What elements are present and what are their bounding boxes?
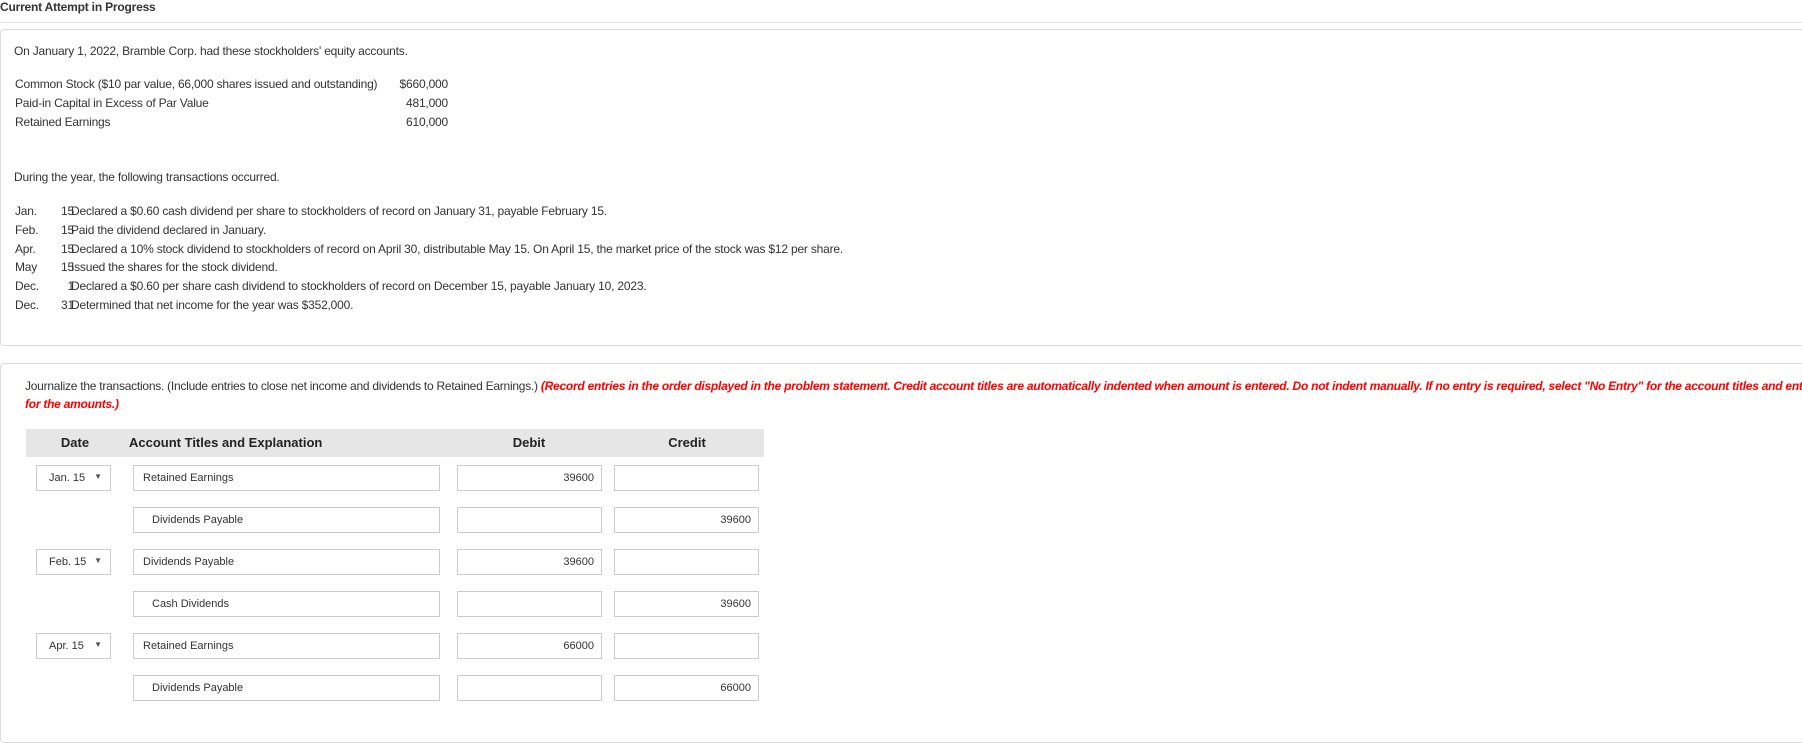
journal-row: Cash Dividends 39600 xyxy=(1,591,801,617)
account-title-input[interactable]: Retained Earnings xyxy=(133,633,440,659)
attempt-title: Current Attempt in Progress xyxy=(0,0,156,14)
transaction-description: Issued the shares for the stock dividend… xyxy=(71,260,278,275)
account-title-value: Dividends Payable xyxy=(143,556,235,568)
transaction-day: 15 xyxy=(61,241,74,256)
credit-input[interactable] xyxy=(614,549,759,575)
dropdown-caret-icon: ▼ xyxy=(94,472,102,481)
journal-row: Jan. 15 ▼ Retained Earnings 39600 xyxy=(1,465,801,491)
column-header-date: Date xyxy=(60,435,90,450)
transaction-description: Paid the dividend declared in January. xyxy=(71,222,266,237)
transaction-description: Determined that net income for the year … xyxy=(71,297,354,312)
date-value: Apr. 15 xyxy=(49,640,84,652)
column-header-credit: Credit xyxy=(668,435,706,450)
account-title-value: Retained Earnings xyxy=(143,640,234,652)
date-select[interactable]: Feb. 15 ▼ xyxy=(36,549,111,575)
transaction-month: May xyxy=(15,260,38,275)
date-value: Feb. 15 xyxy=(49,556,87,568)
divider xyxy=(0,22,1802,23)
equity-label: Common Stock ($10 par value, 66,000 shar… xyxy=(15,77,378,91)
journal-entry-panel: Journalize the transactions. (Include en… xyxy=(0,363,1802,743)
transaction-day: 1 xyxy=(67,279,75,294)
journal-row: Apr. 15 ▼ Retained Earnings 66000 xyxy=(1,633,801,659)
debit-input[interactable] xyxy=(457,507,602,533)
account-title-value: Retained Earnings xyxy=(143,472,234,484)
equity-amount: 481,000 xyxy=(406,96,448,110)
date-select[interactable]: Jan. 15 ▼ xyxy=(36,465,111,491)
credit-value: 39600 xyxy=(720,514,751,526)
debit-input[interactable] xyxy=(457,675,602,701)
debit-input[interactable]: 66000 xyxy=(457,633,602,659)
transaction-month: Dec. xyxy=(15,279,39,294)
journal-instructions: Journalize the transactions. (Include en… xyxy=(25,377,1802,413)
account-title-input[interactable]: Dividends Payable xyxy=(133,549,440,575)
credit-input[interactable] xyxy=(614,633,759,659)
account-title-input[interactable]: Dividends Payable xyxy=(133,675,440,701)
problem-statement-panel: On January 1, 2022, Bramble Corp. had th… xyxy=(0,29,1802,346)
transactions-intro: During the year, the following transacti… xyxy=(14,170,280,184)
date-value: Jan. 15 xyxy=(49,472,86,484)
debit-input[interactable] xyxy=(457,591,602,617)
debit-value: 66000 xyxy=(563,640,594,652)
journal-row: Feb. 15 ▼ Dividends Payable 39600 xyxy=(1,549,801,575)
credit-input[interactable] xyxy=(614,465,759,491)
journal-table-header: Date Account Titles and Explanation Debi… xyxy=(26,429,764,457)
transaction-month: Dec. xyxy=(15,297,39,312)
transaction-day: 15 xyxy=(61,260,74,275)
account-title-value: Cash Dividends xyxy=(152,598,230,610)
journal-row: Dividends Payable 66000 xyxy=(1,675,801,701)
transaction-day: 15 xyxy=(61,222,74,237)
transaction-description: Declared a 10% stock dividend to stockho… xyxy=(71,241,844,256)
account-title-value: Dividends Payable xyxy=(152,682,244,694)
column-header-debit: Debit xyxy=(512,435,546,450)
debit-value: 39600 xyxy=(563,472,594,484)
equity-label: Retained Earnings xyxy=(15,115,111,129)
equity-amount: $660,000 xyxy=(399,77,449,91)
credit-input[interactable]: 66000 xyxy=(614,675,759,701)
debit-input[interactable]: 39600 xyxy=(457,549,602,575)
account-title-input[interactable]: Retained Earnings xyxy=(133,465,440,491)
transaction-month: Apr. xyxy=(15,241,36,256)
transaction-month: Jan. xyxy=(15,204,37,218)
credit-input[interactable]: 39600 xyxy=(614,507,759,533)
dropdown-caret-icon: ▼ xyxy=(94,556,102,565)
dropdown-caret-icon: ▼ xyxy=(94,640,102,649)
debit-value: 39600 xyxy=(563,556,594,568)
credit-value: 66000 xyxy=(720,682,751,694)
journal-row: Dividends Payable 39600 xyxy=(1,507,801,533)
account-title-value: Dividends Payable xyxy=(152,514,244,526)
instruction-text: Journalize the transactions. (Include en… xyxy=(25,379,541,393)
equity-amount: 610,000 xyxy=(406,115,448,129)
column-header-account: Account Titles and Explanation xyxy=(129,435,323,450)
transaction-day: 15 xyxy=(61,204,74,218)
problem-intro: On January 1, 2022, Bramble Corp. had th… xyxy=(14,44,408,58)
account-title-input[interactable]: Cash Dividends xyxy=(133,591,440,617)
credit-value: 39600 xyxy=(720,598,751,610)
transaction-description: Declared a $0.60 cash dividend per share… xyxy=(71,204,607,218)
transaction-description: Declared a $0.60 per share cash dividend… xyxy=(71,279,647,294)
transaction-day: 31 xyxy=(61,297,74,312)
credit-input[interactable]: 39600 xyxy=(614,591,759,617)
debit-input[interactable]: 39600 xyxy=(457,465,602,491)
account-title-input[interactable]: Dividends Payable xyxy=(133,507,440,533)
date-select[interactable]: Apr. 15 ▼ xyxy=(36,633,111,659)
transaction-month: Feb. xyxy=(15,222,39,237)
equity-label: Paid-in Capital in Excess of Par Value xyxy=(15,96,209,110)
